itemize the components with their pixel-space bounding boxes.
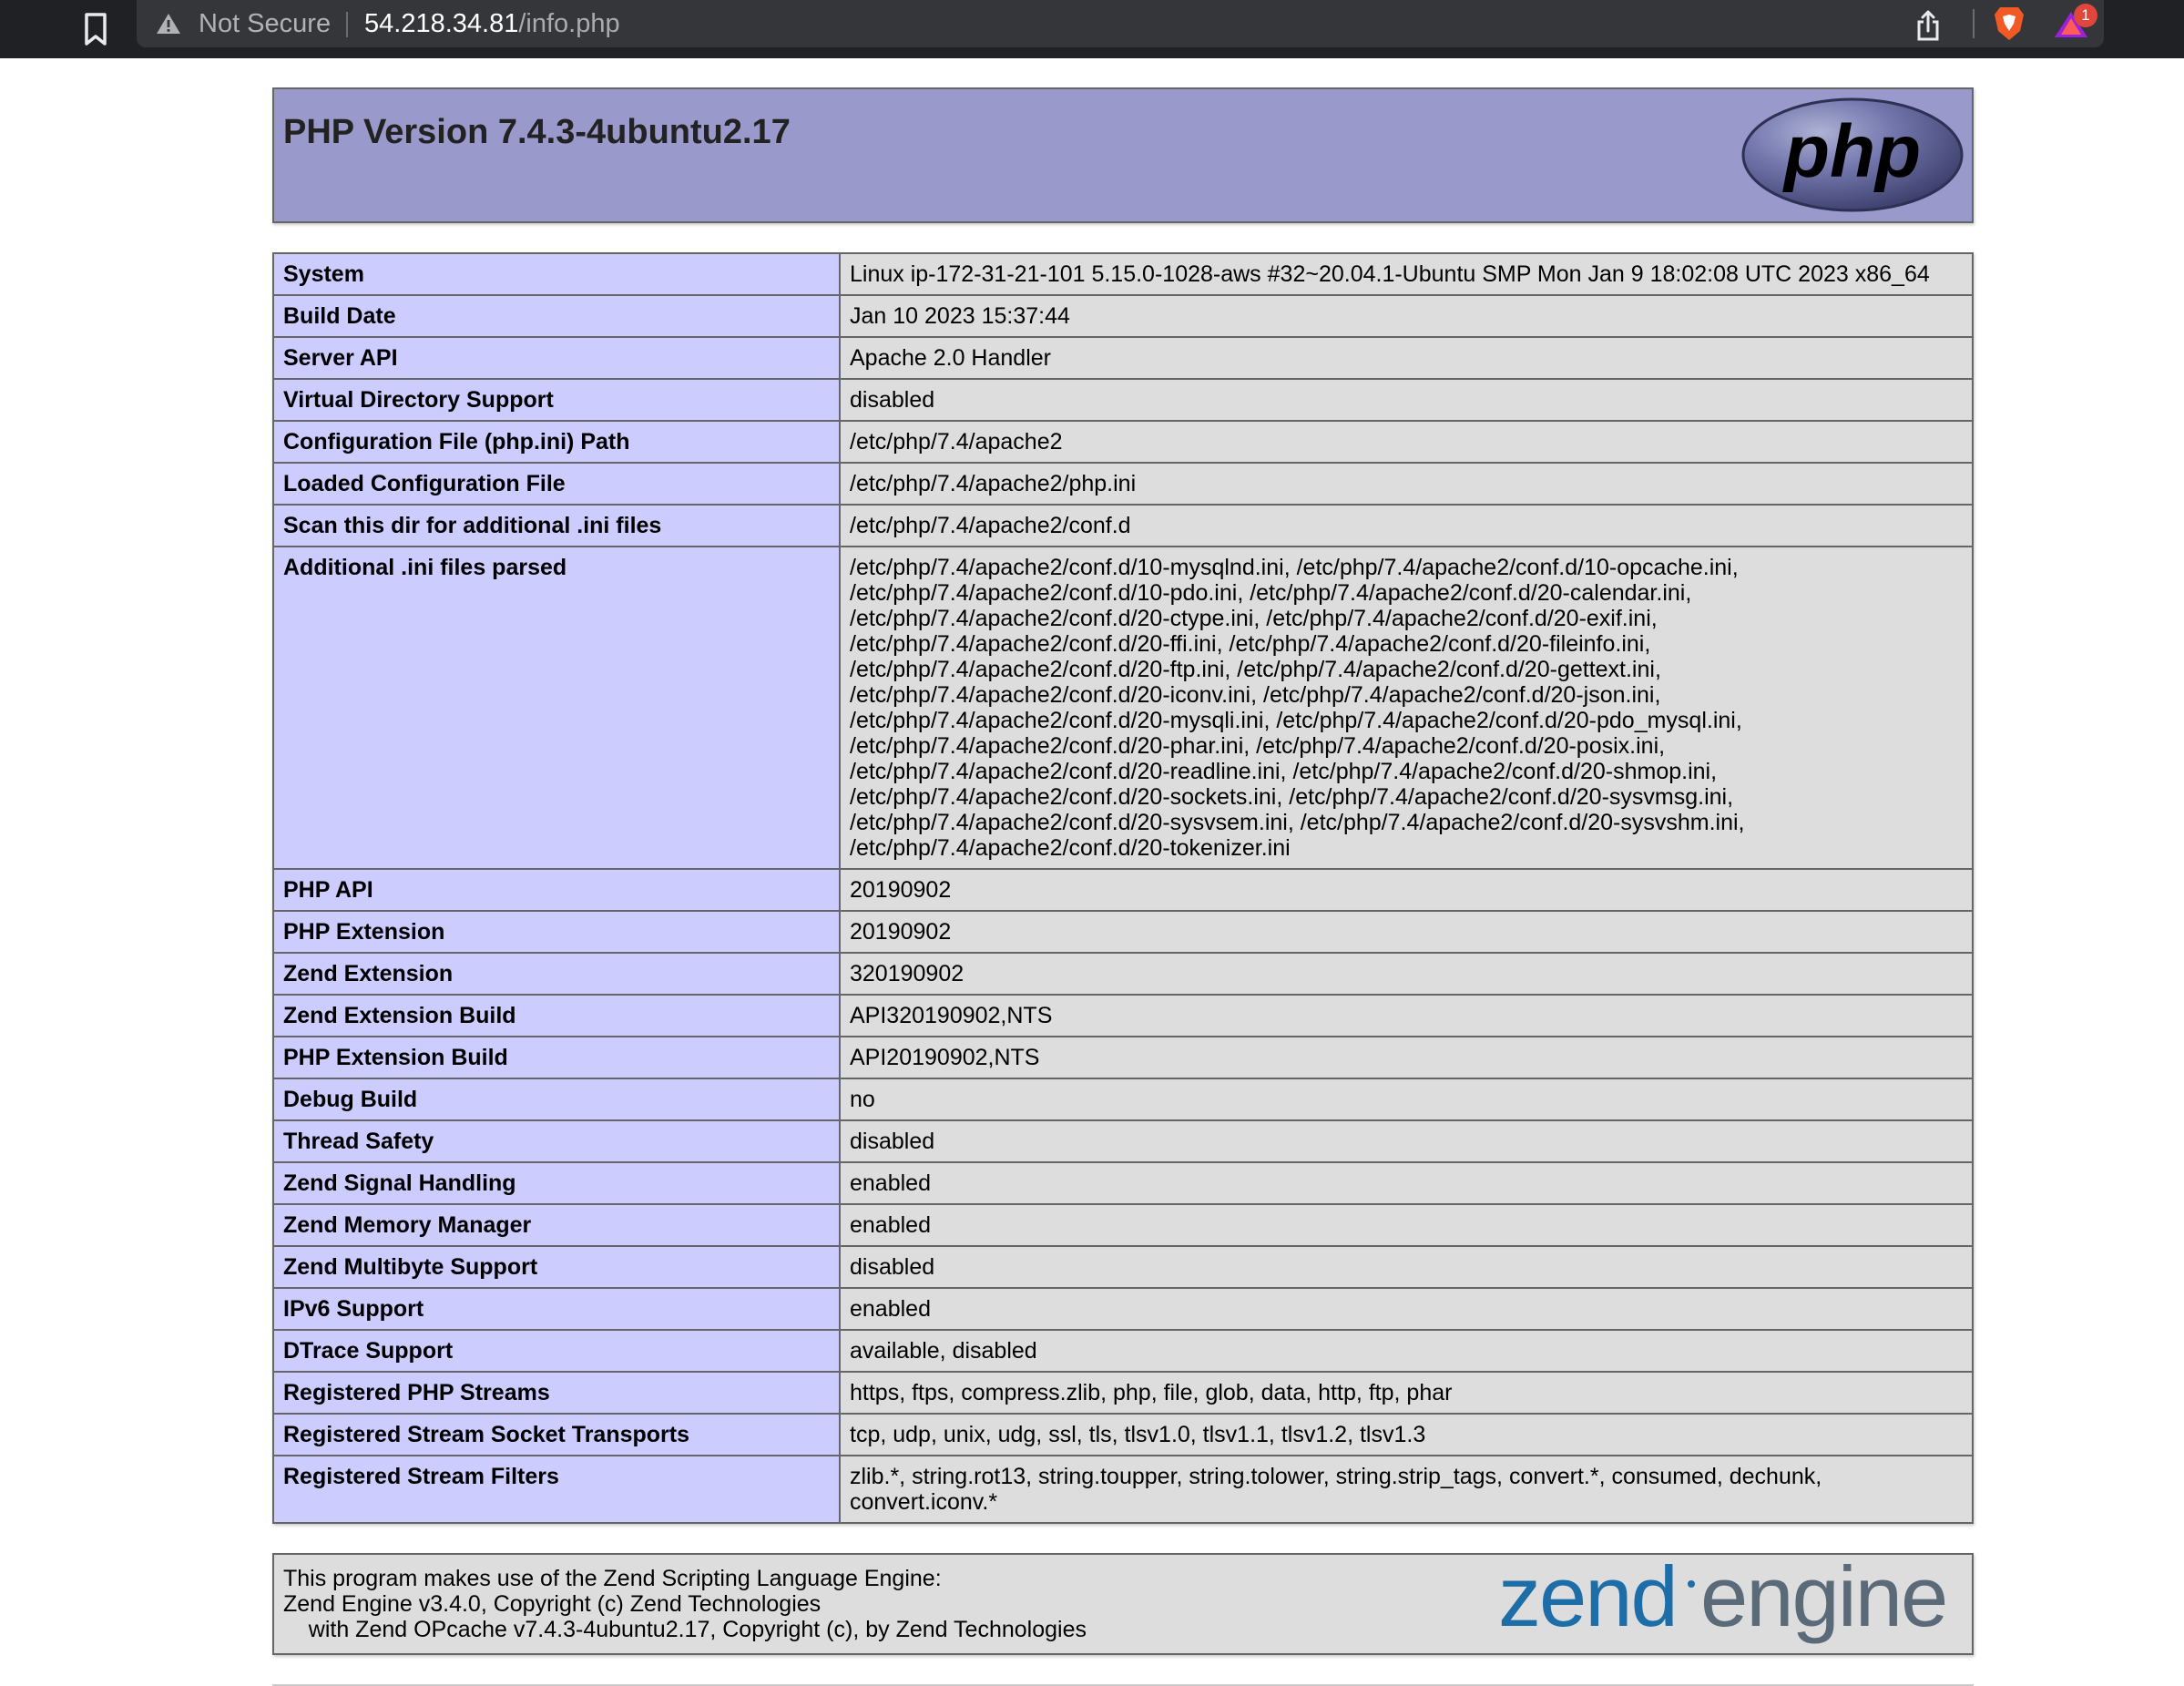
info-row: Zend Extension 320190902 xyxy=(272,952,1974,996)
browser-toolbar: Not Secure 54.218.34.81/info.php 1 xyxy=(0,0,2184,58)
brave-shields-icon[interactable] xyxy=(1993,5,2026,42)
info-value: Jan 10 2023 15:37:44 xyxy=(839,294,1974,338)
info-key: Scan this dir for additional .ini files xyxy=(272,504,841,547)
info-value: Apache 2.0 Handler xyxy=(839,336,1974,380)
zend-logo-word: zend xyxy=(1498,1560,1677,1644)
info-row: Registered PHP Streams https, ftps, compr… xyxy=(272,1371,1974,1415)
address-bar[interactable]: Not Secure 54.218.34.81/info.php xyxy=(137,0,2104,47)
info-key: Debug Build xyxy=(272,1078,841,1121)
info-row: DTrace Support available, disabled xyxy=(272,1329,1974,1373)
info-key: Registered Stream Socket Transports xyxy=(272,1413,841,1456)
php-logo[interactable]: php xyxy=(1740,97,1965,213)
phpinfo-page: PHP Version 7.4.3-4ubuntu2.17 php System… xyxy=(272,87,1974,1686)
zend-engine-footer: This program makes use of the Zend Scrip… xyxy=(272,1553,1974,1655)
info-row: Virtual Directory Support disabled xyxy=(272,378,1974,422)
url-separator xyxy=(346,12,348,37)
info-row: Zend Multibyte Support disabled xyxy=(272,1245,1974,1289)
info-row: Configuration File (php.ini) Path/etc/ph… xyxy=(272,420,1974,464)
zend-credit-line: with Zend OPcache v7.4.3-4ubuntu2.17, Co… xyxy=(283,1617,1087,1642)
info-key: PHP Extension Build xyxy=(272,1036,841,1079)
info-key: Virtual Directory Support xyxy=(272,378,841,422)
info-row: Registered Stream Socket Transports tcp, … xyxy=(272,1413,1974,1456)
info-key: Zend Memory Manager xyxy=(272,1203,841,1247)
info-key: Zend Extension xyxy=(272,952,841,996)
toolbar-separator xyxy=(1973,9,1975,38)
info-row: PHP Extension Build API20190902,NTS xyxy=(272,1036,1974,1079)
info-row: Build Date Jan 10 2023 15:37:44 xyxy=(272,294,1974,338)
zend-credits: This program makes use of the Zend Scrip… xyxy=(283,1566,1087,1642)
info-key: Zend Signal Handling xyxy=(272,1161,841,1205)
info-value: /etc/php/7.4/apache2 xyxy=(839,420,1974,464)
info-key: DTrace Support xyxy=(272,1329,841,1373)
bookmark-icon[interactable] xyxy=(82,11,109,47)
info-row: System Linux ip-172-31-21-101 5.15.0-1028… xyxy=(272,252,1974,296)
info-value: tcp, udp, unix, udg, ssl, tls, tlsv1.0, … xyxy=(839,1413,1974,1456)
info-key: PHP API xyxy=(272,868,841,912)
info-row: Loaded Configuration File/etc/php/7.4/ap… xyxy=(272,462,1974,506)
info-value: no xyxy=(839,1078,1974,1121)
info-row: PHP API 20190902 xyxy=(272,868,1974,912)
info-value: https, ftps, compress.zlib, php, file, g… xyxy=(839,1371,1974,1415)
php-version-header: PHP Version 7.4.3-4ubuntu2.17 php xyxy=(272,87,1974,223)
info-value: zlib.*, string.rot13, string.toupper, st… xyxy=(839,1455,1974,1524)
php-info-table: System Linux ip-172-31-21-101 5.15.0-1028… xyxy=(272,252,1974,1524)
info-value: 320190902 xyxy=(839,952,1974,996)
info-value: Linux ip-172-31-21-101 5.15.0-1028-aws #… xyxy=(839,252,1974,296)
warning-icon[interactable] xyxy=(155,12,182,36)
url-host: 54.218.34.81 xyxy=(364,9,519,38)
info-key: IPv6 Support xyxy=(272,1287,841,1331)
info-value: /etc/php/7.4/apache2/conf.d/10-mysqlnd.i… xyxy=(839,546,1974,870)
info-key: Server API xyxy=(272,336,841,380)
page-title: PHP Version 7.4.3-4ubuntu2.17 xyxy=(283,113,791,151)
info-value: disabled xyxy=(839,378,1974,422)
share-icon[interactable] xyxy=(1914,9,1942,42)
info-value: /etc/php/7.4/apache2/php.ini xyxy=(839,462,1974,506)
info-key: Additional .ini files parsed xyxy=(272,546,841,870)
info-row: Server API Apache 2.0 Handler xyxy=(272,336,1974,380)
info-row: IPv6 Support enabled xyxy=(272,1287,1974,1331)
info-row: Zend Extension Build API320190902,NTS xyxy=(272,994,1974,1037)
info-value: /etc/php/7.4/apache2/conf.d xyxy=(839,504,1974,547)
info-key: Registered Stream Filters xyxy=(272,1455,841,1524)
not-secure-label[interactable]: Not Secure xyxy=(199,0,331,47)
info-value: enabled xyxy=(839,1161,1974,1205)
info-value: 20190902 xyxy=(839,868,1974,912)
info-key: Registered PHP Streams xyxy=(272,1371,841,1415)
info-value: 20190902 xyxy=(839,910,1974,954)
info-row: Thread Safety disabled xyxy=(272,1119,1974,1163)
info-row: Debug Build no xyxy=(272,1078,1974,1121)
info-value: disabled xyxy=(839,1119,1974,1163)
info-value: enabled xyxy=(839,1287,1974,1331)
zend-engine-logo[interactable]: zend engine xyxy=(1498,1560,1963,1651)
info-value: API320190902,NTS xyxy=(839,994,1974,1037)
info-key: PHP Extension xyxy=(272,910,841,954)
url-text[interactable]: 54.218.34.81/info.php xyxy=(364,0,620,47)
info-row: Zend Signal Handling enabled xyxy=(272,1161,1974,1205)
info-key: Build Date xyxy=(272,294,841,338)
info-row: Registered Stream Filters zlib.*, string.… xyxy=(272,1455,1974,1524)
zend-credit-line: Zend Engine v3.4.0, Copyright (c) Zend T… xyxy=(283,1591,822,1617)
engine-logo-word: engine xyxy=(1700,1560,1946,1644)
info-key: System xyxy=(272,252,841,296)
info-key: Zend Multibyte Support xyxy=(272,1245,841,1289)
info-key: Zend Extension Build xyxy=(272,994,841,1037)
url-path: /info.php xyxy=(518,9,620,38)
info-row: PHP Extension 20190902 xyxy=(272,910,1974,954)
info-row: Scan this dir for additional .ini files /… xyxy=(272,504,1974,547)
info-row: Additional .ini files parsed/etc/php/7.4… xyxy=(272,546,1974,870)
info-value: API20190902,NTS xyxy=(839,1036,1974,1079)
notification-badge: 1 xyxy=(2074,4,2097,27)
info-key: Loaded Configuration File xyxy=(272,462,841,506)
info-key: Thread Safety xyxy=(272,1119,841,1163)
info-value: available, disabled xyxy=(839,1329,1974,1373)
info-key: Configuration File (php.ini) Path xyxy=(272,420,841,464)
info-value: enabled xyxy=(839,1203,1974,1247)
info-value: disabled xyxy=(839,1245,1974,1289)
php-logo-text: php xyxy=(1782,110,1921,193)
info-row: Zend Memory Manager enabled xyxy=(272,1203,1974,1247)
zend-credit-line: This program makes use of the Zend Scrip… xyxy=(283,1566,942,1591)
